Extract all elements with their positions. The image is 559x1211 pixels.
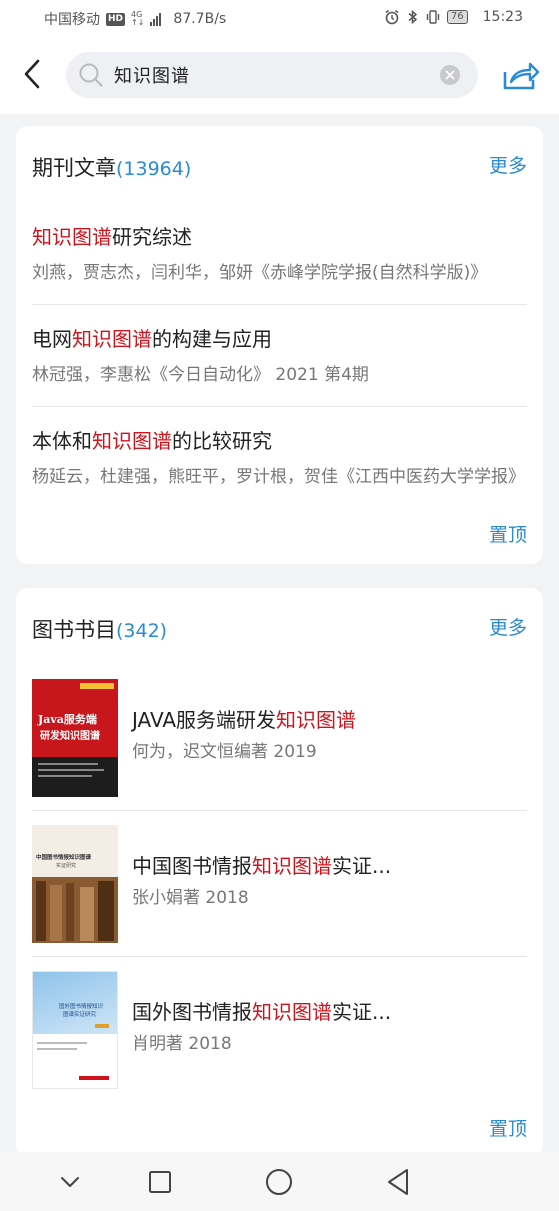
journal-pin-link[interactable]: 置顶 <box>489 520 527 547</box>
books-title-label: 图书书目 <box>32 618 116 642</box>
nav-home-button[interactable] <box>263 1166 295 1198</box>
signal-icon <box>150 12 162 26</box>
search-icon <box>79 63 103 87</box>
article-title: 知识图谱研究综述 <box>32 225 192 249</box>
book-meta: 何为，迟文恒编著 2019 <box>132 742 317 762</box>
book-item[interactable]: 中国图书情报知识图谱 实证研究 中国图书情报知识图谱实证... 张小娟著 201… <box>32 825 527 943</box>
square-icon <box>149 1171 171 1193</box>
book-item[interactable]: Java服务端 研发知识图谱 JAVA服务端研发知识图谱 何为，迟文恒编著 20… <box>32 679 527 797</box>
book-text: 中国图书情报知识图谱实证... 张小娟著 2018 <box>132 853 527 909</box>
book-title: 中国图书情报知识图谱实证... <box>132 854 392 878</box>
journal-title-label: 期刊文章 <box>32 156 116 180</box>
status-bar: 中国移动 HD 4G ↑↓ 87.7B/s 76 15:23 <box>0 0 559 38</box>
article-meta: 杨延云，杜建强，熊旺平，罗计根，贺佳《江西中医药大学学报》 <box>32 467 525 487</box>
book-meta: 张小娟著 2018 <box>132 888 249 908</box>
books-section-title: 图书书目(342) <box>32 614 167 644</box>
search-box[interactable] <box>66 52 478 98</box>
carrier-label: 中国移动 <box>44 12 100 28</box>
books-card: 图书书目(342) 更多 Java服务端 研发知识图谱 JAVA服务端研发知识图… <box>16 588 543 1158</box>
back-button[interactable] <box>14 56 50 92</box>
alarm-icon <box>385 9 399 25</box>
book-text: JAVA服务端研发知识图谱 何为，迟文恒编著 2019 <box>132 707 527 763</box>
article-item[interactable]: 本体和知识图谱的比较研究 杨延云，杜建强，熊旺平，罗计根，贺佳《江西中医药大学学… <box>32 428 527 488</box>
article-title: 本体和知识图谱的比较研究 <box>32 429 272 453</box>
book-cover-image: 国外图书情报知识 图谱实证研究 <box>32 971 118 1089</box>
chevron-left-icon <box>24 59 40 89</box>
book-item[interactable]: 国外图书情报知识 图谱实证研究 国外图书情报知识图谱实证... 肖明著 2018 <box>32 971 527 1089</box>
hd-badge: HD <box>106 12 126 26</box>
book-meta: 肖明著 2018 <box>132 1034 232 1054</box>
divider <box>32 304 527 305</box>
divider <box>32 810 527 811</box>
network-speed: 87.7B/s <box>173 11 227 27</box>
keyword-highlight: 知识图谱 <box>32 225 112 249</box>
journal-more-link[interactable]: 更多 <box>489 151 527 178</box>
network-arrows: ↑↓ <box>131 18 145 27</box>
books-count: (342) <box>116 620 168 642</box>
vibrate-icon <box>426 10 440 24</box>
article-item[interactable]: 电网知识图谱的构建与应用 林冠强，李惠松《今日自动化》 2021 第4期 <box>32 326 527 386</box>
journal-section-title: 期刊文章(13964) <box>32 152 191 182</box>
keyword-highlight: 知识图谱 <box>276 708 357 732</box>
search-header <box>0 38 559 114</box>
nav-recents-button[interactable] <box>144 1166 176 1198</box>
battery-icon: 76 <box>446 10 468 24</box>
article-item[interactable]: 知识图谱研究综述 刘燕，贾志杰，闫利华，邹妍《赤峰学院学报(自然科学版)》 <box>32 224 527 284</box>
keyword-highlight: 知识图谱 <box>252 854 332 878</box>
book-title: 国外图书情报知识图谱实证... <box>132 1000 392 1024</box>
status-right: 76 15:23 <box>384 9 523 25</box>
search-input[interactable] <box>114 52 434 98</box>
circle-icon <box>266 1169 292 1195</box>
books-pin-link[interactable]: 置顶 <box>489 1114 527 1141</box>
status-left: 中国移动 HD 4G ↑↓ 87.7B/s <box>44 9 226 29</box>
share-icon <box>503 62 540 90</box>
keyword-highlight: 知识图谱 <box>92 429 172 453</box>
keyword-highlight: 知识图谱 <box>72 327 152 351</box>
divider <box>32 406 527 407</box>
bluetooth-icon <box>408 9 418 25</box>
keyword-highlight: 知识图谱 <box>252 1000 332 1024</box>
book-cover-image: Java服务端 研发知识图谱 <box>32 679 118 797</box>
article-meta: 林冠强，李惠松《今日自动化》 2021 第4期 <box>32 365 369 385</box>
book-cover-image: 中国图书情报知识图谱 实证研究 <box>32 825 118 943</box>
book-title: JAVA服务端研发知识图谱 <box>132 708 357 732</box>
chevron-down-icon <box>61 1177 79 1187</box>
book-text: 国外图书情报知识图谱实证... 肖明著 2018 <box>132 999 527 1055</box>
journal-count: (13964) <box>116 158 192 180</box>
article-meta: 刘燕，贾志杰，闫利华，邹妍《赤峰学院学报(自然科学版)》 <box>32 263 488 283</box>
clock: 15:23 <box>482 9 523 25</box>
triangle-back-icon <box>388 1169 408 1195</box>
journal-articles-card: 期刊文章(13964) 更多 知识图谱研究综述 刘燕，贾志杰，闫利华，邹妍《赤峰… <box>16 126 543 564</box>
nav-hide-button[interactable] <box>54 1166 86 1198</box>
article-title: 电网知识图谱的构建与应用 <box>32 327 272 351</box>
nav-back-button[interactable] <box>382 1166 414 1198</box>
share-button[interactable] <box>502 58 540 96</box>
divider <box>32 956 527 957</box>
network-type-icon: 4G ↑↓ <box>131 11 144 27</box>
books-more-link[interactable]: 更多 <box>489 613 527 640</box>
clear-search-icon[interactable] <box>440 65 460 85</box>
system-nav-bar <box>0 1152 559 1211</box>
